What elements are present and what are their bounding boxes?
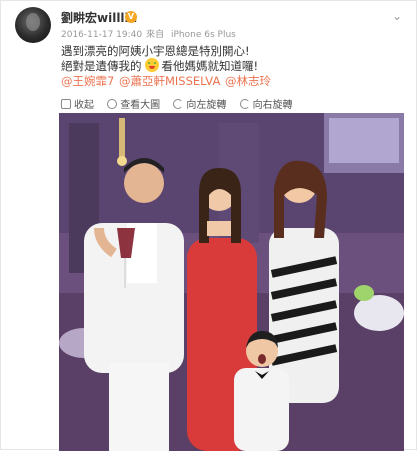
post-source[interactable]: iPhone 6s Plus — [171, 30, 236, 40]
zoom-icon — [107, 99, 118, 109]
collapse-button[interactable]: 收起 — [61, 96, 94, 111]
rotate-left-label: 向左旋轉 — [186, 100, 227, 111]
zoom-button[interactable]: 查看大圖 — [107, 96, 160, 111]
rotate-right-button[interactable]: 向右旋轉 — [239, 96, 293, 111]
weibo-post: 劉畊宏willliu V ⌄ 2016-11-17 19:40 來自 iPhone… — [0, 0, 417, 451]
grin-emoji-icon — [144, 58, 159, 72]
zoom-label: 查看大圖 — [120, 100, 161, 111]
collapse-label: 收起 — [74, 100, 94, 111]
dropdown-caret-icon[interactable]: ⌄ — [392, 9, 402, 23]
rotate-left-button[interactable]: 向左旋轉 — [173, 96, 226, 111]
rotate-left-icon — [173, 99, 184, 109]
post-text-line-2: 絕對是遺傳我的 看他媽媽就知道囉! — [61, 58, 258, 74]
photo-illustration — [59, 113, 404, 451]
source-prefix: 來自 — [146, 30, 165, 40]
post-text-segment: 看他媽媽就知道囉! — [161, 59, 259, 73]
image-actions: 收起 查看大圖 向左旋轉 向右旋轉 — [61, 96, 303, 111]
collapse-icon — [61, 99, 71, 109]
user-avatar[interactable] — [15, 7, 51, 43]
mention-link[interactable]: @蕭亞軒MISSELVA — [119, 74, 220, 88]
rotate-right-icon — [239, 99, 250, 109]
vip-badge-icon: V — [125, 11, 137, 23]
post-text-line-1: 遇到漂亮的阿姨小宇恩總是特別開心! — [61, 44, 250, 58]
mention-link[interactable]: @林志玲 — [225, 74, 271, 88]
mention-link[interactable]: @王婉霏7 — [61, 74, 114, 88]
post-meta: 2016-11-17 19:40 來自 iPhone 6s Plus — [61, 27, 240, 40]
post-mentions: @王婉霏7 @蕭亞軒MISSELVA @林志玲 — [61, 73, 272, 89]
post-text-segment: 絕對是遺傳我的 — [61, 59, 142, 73]
rotate-right-label: 向右旋轉 — [252, 100, 293, 111]
post-timestamp[interactable]: 2016-11-17 19:40 — [61, 30, 142, 40]
post-photo[interactable] — [59, 113, 404, 451]
